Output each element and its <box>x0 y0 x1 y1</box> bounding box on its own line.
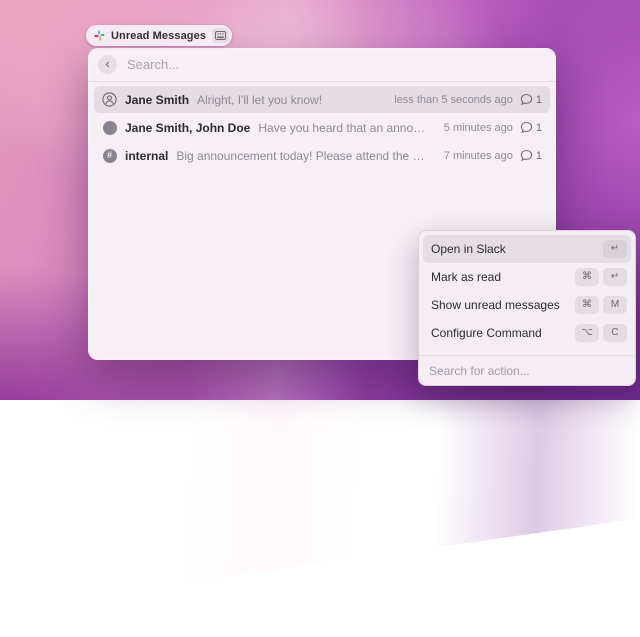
person-outline-icon <box>102 92 117 107</box>
keycap: ↵ <box>603 240 627 258</box>
message-timestamp: 5 minutes ago <box>444 122 513 134</box>
launcher-command-pill[interactable]: Unread Messages <box>86 25 232 46</box>
launcher-command-label: Unread Messages <box>111 30 206 42</box>
action-menu-item[interactable]: Configure Command ⌥C <box>423 319 631 347</box>
action-menu: Open in Slack↵Mark as read⌘↵Show unread … <box>418 230 636 386</box>
message-timestamp: 7 minutes ago <box>444 150 513 162</box>
action-menu-item[interactable]: Show unread messages ⌘M <box>423 291 631 319</box>
reply-count: 1 <box>536 94 542 106</box>
reply-count: 1 <box>536 122 542 134</box>
keycap: C <box>603 324 627 342</box>
back-button[interactable]: ‹ <box>98 55 117 74</box>
message-sender: internal <box>125 149 168 163</box>
message-row[interactable]: Jane Smith, John Doe Have you heard that … <box>94 114 550 141</box>
message-sender: Jane Smith <box>125 93 189 107</box>
message-row[interactable]: Jane Smith Alright, I'll let you know! les… <box>94 86 550 113</box>
keycap: ⌘ <box>575 296 599 314</box>
action-label: Show unread messages <box>431 298 560 312</box>
message-preview: Big announcement today! Please attend th… <box>176 149 427 163</box>
keycap: ⌥ <box>575 324 599 342</box>
reply-bubble-icon <box>520 93 533 106</box>
keyboard-icon[interactable] <box>212 28 229 43</box>
slack-icon <box>94 30 105 41</box>
action-menu-item[interactable]: Open in Slack ↵ <box>423 235 631 263</box>
channel-hash-icon: # <box>102 148 117 163</box>
message-row[interactable]: # internal Big announcement today! Please … <box>94 142 550 169</box>
keycap: M <box>603 296 627 314</box>
message-preview: Alright, I'll let you know! <box>197 93 378 107</box>
reply-bubble-icon <box>520 121 533 134</box>
person-filled-icon <box>102 120 117 135</box>
reply-count: 1 <box>536 150 542 162</box>
action-search-input[interactable]: Search for action... <box>429 364 530 378</box>
keycap: ↵ <box>603 268 627 286</box>
message-sender: Jane Smith, John Doe <box>125 121 250 135</box>
action-label: Mark as read <box>431 270 501 284</box>
search-bar: ‹ Search... <box>88 48 556 81</box>
reply-bubble-icon <box>520 149 533 162</box>
action-menu-item[interactable]: Mark as read ⌘↵ <box>423 263 631 291</box>
action-search-bar: Search for action... <box>419 356 635 385</box>
action-menu-items: Open in Slack↵Mark as read⌘↵Show unread … <box>419 231 635 355</box>
keycap: ⌘ <box>575 268 599 286</box>
search-input[interactable]: Search... <box>127 57 179 72</box>
message-preview: Have you heard that an announcement is c… <box>258 121 427 135</box>
action-label: Configure Command <box>431 326 542 340</box>
message-timestamp: less than 5 seconds ago <box>394 94 513 106</box>
action-label: Open in Slack <box>431 242 506 256</box>
